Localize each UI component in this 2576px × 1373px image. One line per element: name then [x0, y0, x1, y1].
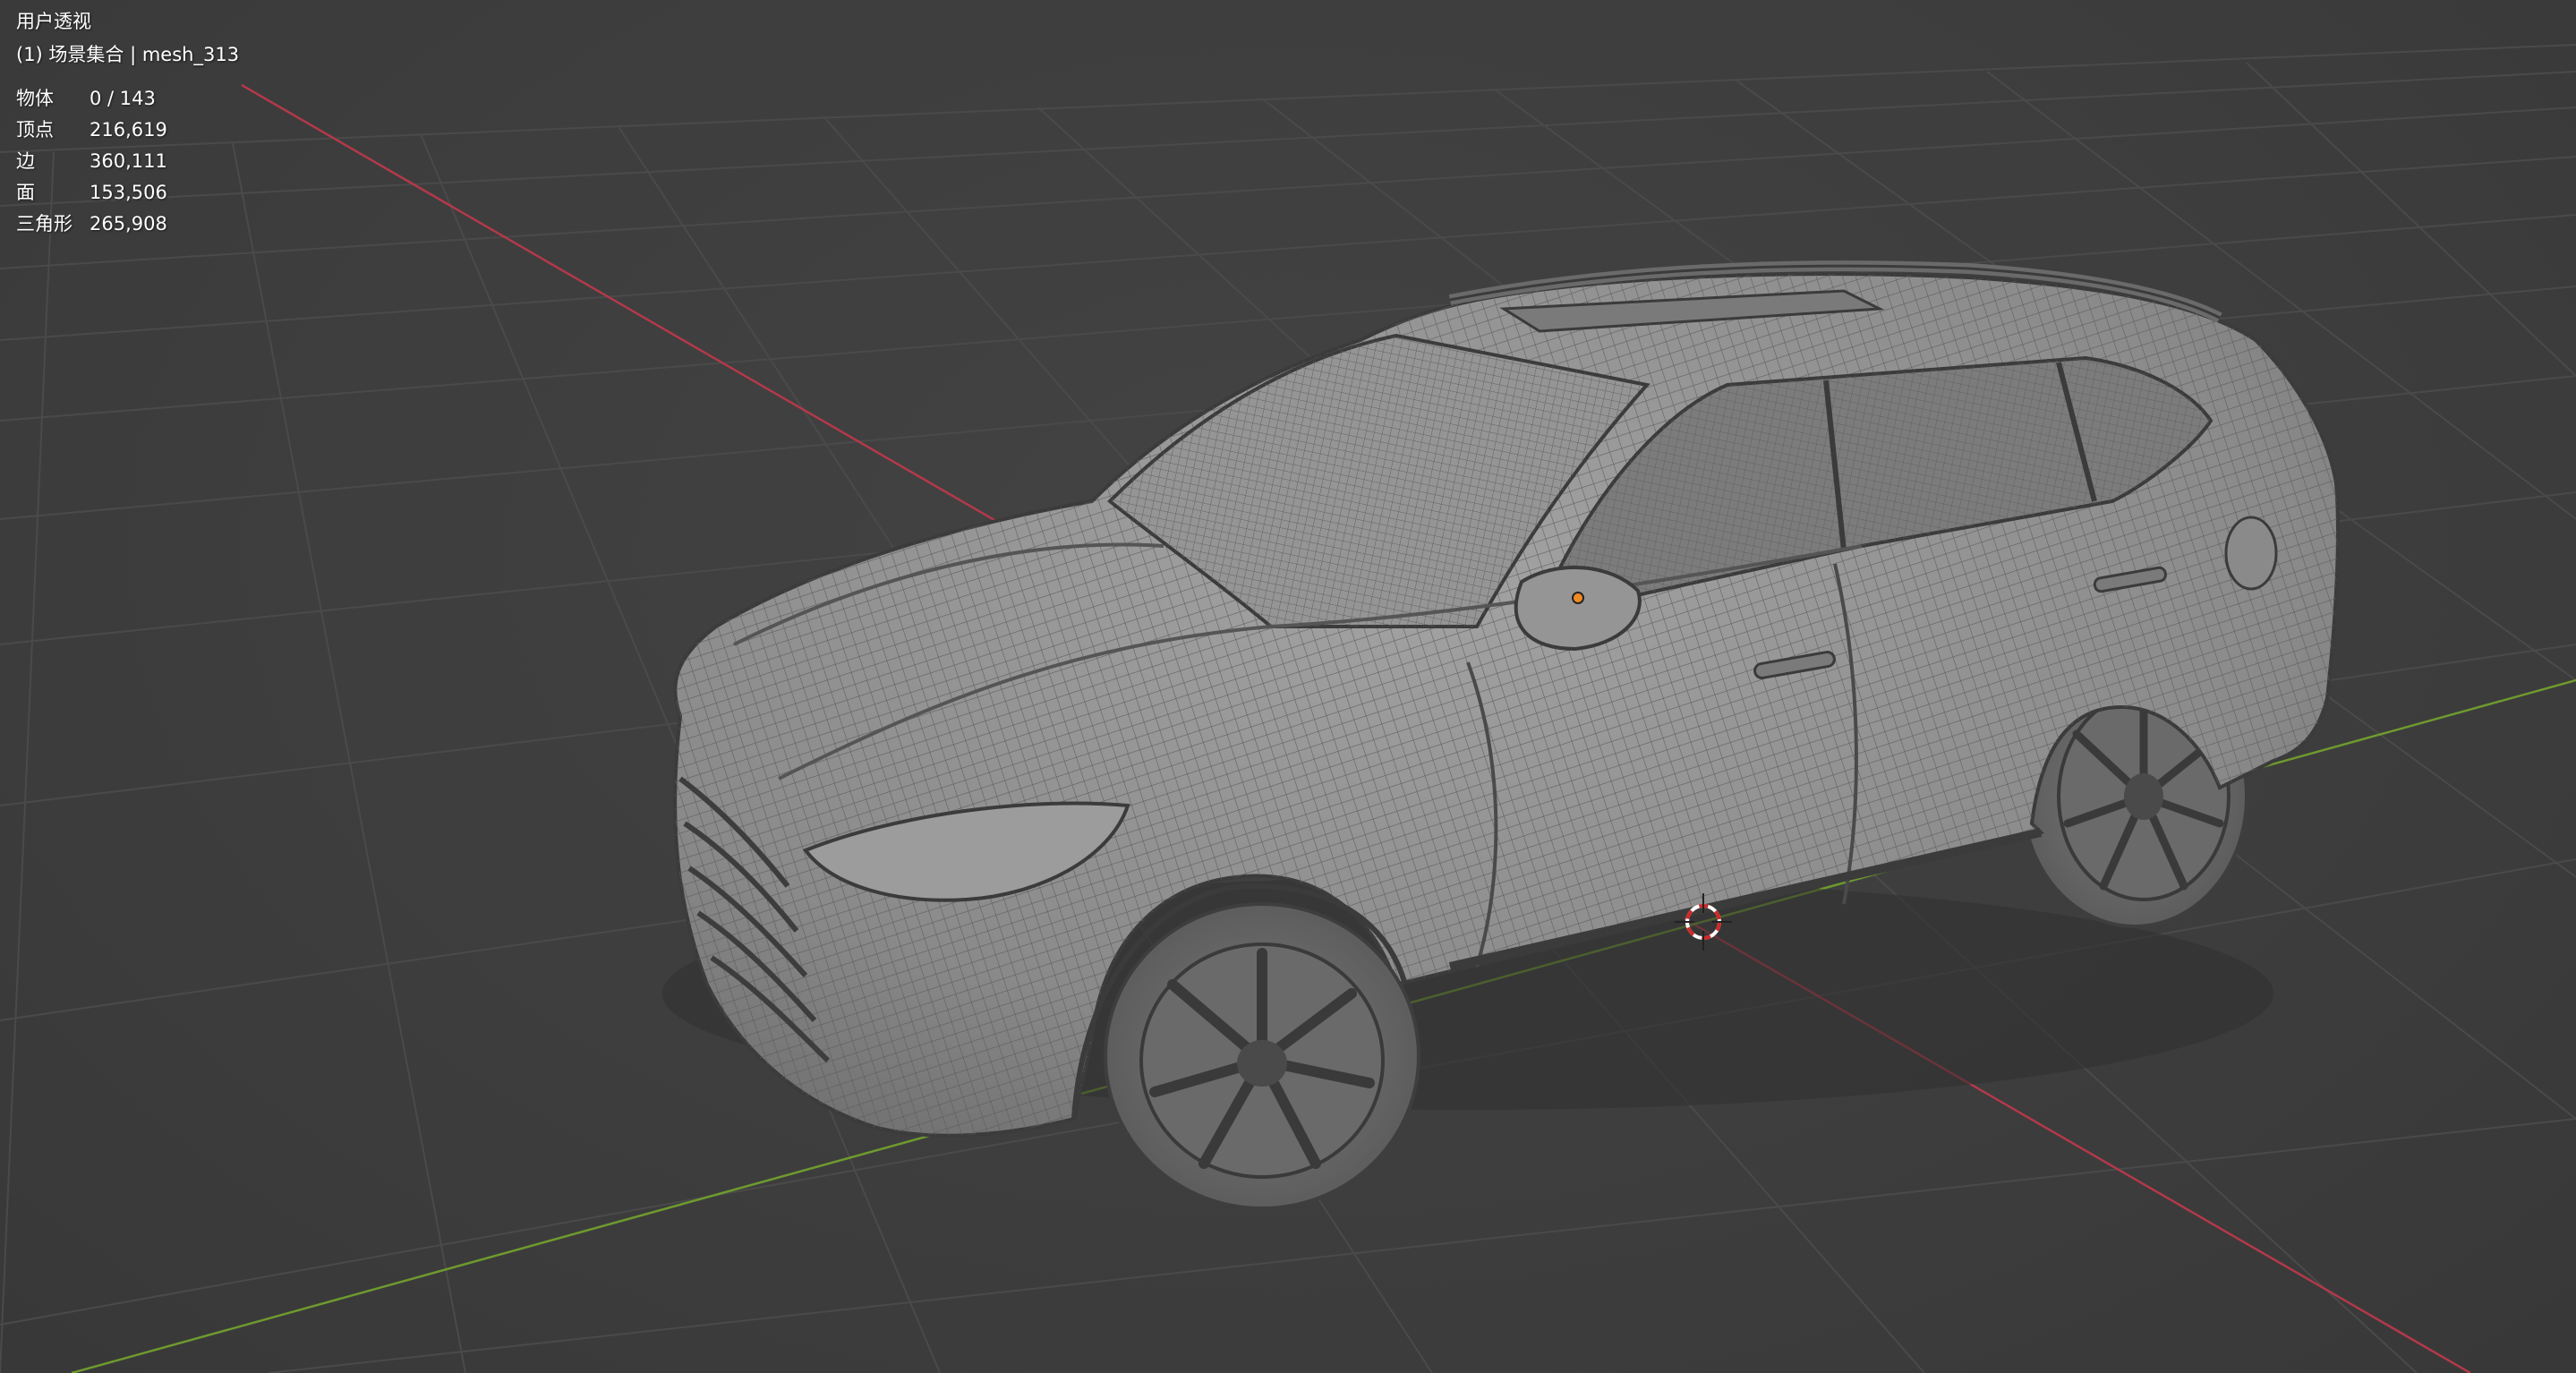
stat-label: 三角形 — [16, 213, 73, 235]
stat-objects: 物体 0 / 143 — [16, 83, 167, 115]
stat-label: 顶点 — [16, 119, 54, 141]
view-name: 用户透视 — [16, 11, 91, 32]
object-origin-icon[interactable] — [1572, 592, 1584, 604]
viewport-header-text: 用户透视 (1) 场景集合 | mesh_313 — [16, 5, 239, 72]
stat-label: 物体 — [16, 88, 54, 109]
stat-label: 边 — [16, 150, 35, 172]
stat-faces: 面 153,506 — [16, 177, 167, 209]
stat-value: 265,908 — [90, 213, 167, 235]
stat-edges: 边 360,111 — [16, 146, 167, 177]
stat-value: 153,506 — [90, 182, 167, 203]
stat-triangles: 三角形 265,908 — [16, 209, 167, 240]
front-wheel — [1104, 902, 1420, 1210]
scene-statistics: 物体 0 / 143 顶点 216,619 边 360,111 面 153,50… — [16, 83, 167, 240]
collection-line: (1) 场景集合 | mesh_313 — [16, 44, 240, 65]
stat-label: 面 — [16, 182, 35, 203]
viewport-scene[interactable] — [0, 0, 2576, 1373]
stat-value: 216,619 — [90, 119, 167, 141]
car-mesh[interactable] — [662, 260, 2340, 1210]
3d-viewport[interactable]: 用户透视 (1) 场景集合 | mesh_313 物体 0 / 143 顶点 2… — [0, 0, 2576, 1373]
stat-value: 0 / 143 — [90, 88, 156, 109]
stat-value: 360,111 — [90, 150, 167, 172]
stat-vertices: 顶点 216,619 — [16, 115, 167, 146]
